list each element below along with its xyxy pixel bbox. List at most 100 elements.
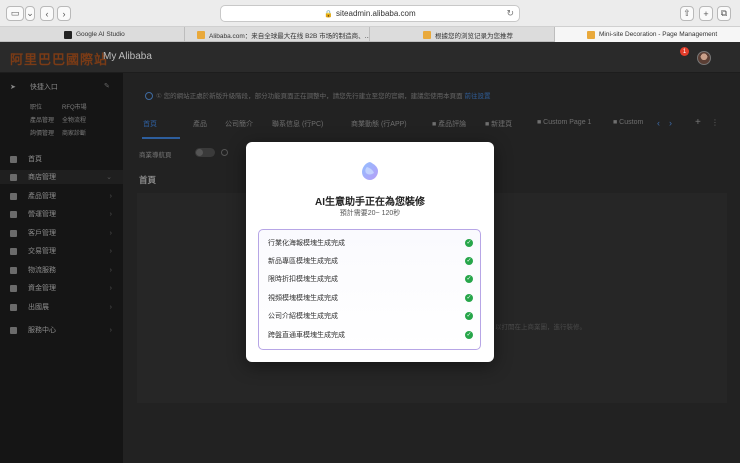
tabs-next-icon[interactable]: › [669, 118, 672, 128]
forward-button[interactable]: › [57, 6, 71, 21]
quick-link[interactable]: RFQ市場 [62, 102, 87, 111]
quick-link[interactable]: 职位 [30, 102, 42, 111]
tab-company[interactable]: 公司簡介 [225, 119, 253, 129]
chevron-right-icon: › [109, 326, 112, 334]
nav-switch-toggle[interactable] [195, 148, 215, 157]
browser-tab-active[interactable]: Mini-site Decoration - Page Management [555, 27, 740, 42]
panel-hint-text: 以打開在上商業圖，進行裝修。 [495, 324, 586, 331]
back-button[interactable]: ‹ [40, 6, 54, 21]
check-icon: ✓ [465, 257, 473, 265]
app-header: 阿里巴巴國際站 My Alibaba 1 [0, 42, 740, 73]
add-page-icon[interactable]: + [695, 117, 701, 128]
list-item: 行業化海報模塊生成完成 ✓ [268, 239, 473, 247]
browser-tab-bar: Google AI Studio Alibaba.com：来自全球最大在线 B2… [0, 27, 740, 42]
task-list: 行業化海報模塊生成完成 ✓ 新品專區模塊生成完成 ✓ 限時折扣模塊生成完成 ✓ … [258, 229, 481, 350]
back-icon: ‹ [45, 8, 49, 19]
modal-title: AI生意助手正在為您裝修 [315, 197, 425, 208]
plus-icon: + [703, 8, 709, 19]
browser-toolbar: ▭ ⌄ ‹ › 🔒 siteadmin.alibaba.com ↻ ⇧ + ⧉ [0, 0, 740, 27]
new-tab-button[interactable]: + [699, 6, 713, 21]
sidebar-item-finance[interactable]: 資金管理 › [0, 281, 123, 295]
forward-icon: › [62, 8, 66, 19]
ai-decoration-modal: AI生意助手正在為您裝修 預計需要20~ 120秒 行業化海報模塊生成完成 ✓ … [246, 142, 494, 362]
tabs-prev-icon[interactable]: ‹ [657, 118, 660, 128]
sidebar-item-store[interactable]: 商店管理 ⌄ [0, 170, 123, 184]
sidebar-item-exhibition[interactable]: 出國展 › [0, 300, 123, 314]
browser-tab[interactable]: 根據您的浏览记录为您推荐 [370, 27, 555, 42]
tab-home[interactable]: 首頁 [143, 119, 157, 129]
check-icon: ✓ [465, 239, 473, 247]
tab-title: Mini-site Decoration - Page Management [599, 31, 718, 38]
edit-icon[interactable]: ✎ [104, 82, 110, 90]
check-icon: ✓ [465, 331, 473, 339]
send-icon: ➤ [10, 84, 16, 91]
sidebar-item-logistics[interactable]: 物流服務 › [0, 263, 123, 277]
alibaba-logo[interactable]: 阿里巴巴國際站 [10, 49, 108, 68]
product-icon [10, 192, 17, 200]
active-tab-underline [142, 137, 180, 139]
sidebar-menu-button[interactable]: ⌄ [25, 6, 35, 21]
chevron-down-icon: ⌄ [106, 174, 112, 181]
tab-custom-page-1[interactable]: ■ Custom Page 1 [537, 119, 591, 126]
tab-new-page[interactable]: ■ 新建頁 [485, 119, 512, 129]
notification-badge[interactable]: 1 [680, 47, 689, 56]
chevron-right-icon: › [109, 284, 112, 292]
finance-icon [10, 284, 17, 292]
exhibition-icon [10, 303, 17, 311]
list-item: 限時折扣模塊生成完成 ✓ [268, 275, 473, 283]
quick-link[interactable]: 全物流程 [62, 115, 86, 124]
chevron-down-icon: ⌄ [26, 8, 34, 18]
list-item: 視頻模塊模塊生成完成 ✓ [268, 294, 473, 302]
avatar[interactable] [697, 51, 711, 65]
operation-icon [10, 210, 17, 218]
browser-tab[interactable]: Google AI Studio [0, 27, 185, 42]
tab-overview-button[interactable]: ⧉ [717, 6, 731, 21]
sidebar-item-customers[interactable]: 客戶管理 › [0, 226, 123, 240]
tab-news[interactable]: 商業動態 (行APP) [351, 119, 407, 129]
url-text: siteadmin.alibaba.com [336, 9, 416, 18]
tab-reviews[interactable]: ■ 產品評論 [432, 119, 466, 129]
tab-title: Google AI Studio [76, 31, 125, 38]
tab-title: 根據您的浏览记录为您推荐 [435, 32, 513, 40]
tabs-icon: ⧉ [720, 8, 728, 18]
nav-switch-label: 商業導航頁 [139, 152, 172, 159]
home-icon [10, 155, 17, 163]
alibaba-favicon-icon [197, 30, 205, 39]
sidebar-item-service[interactable]: 服務中心 › [0, 323, 123, 337]
alibaba-favicon-icon [423, 30, 431, 39]
chevron-right-icon: › [109, 266, 112, 274]
tab-products[interactable]: 產品 [193, 119, 207, 129]
more-icon[interactable]: ⋮ [711, 118, 719, 127]
address-bar[interactable]: 🔒 siteadmin.alibaba.com ↻ [220, 5, 520, 22]
sidebar-item-home[interactable]: 首頁 [0, 152, 123, 166]
notice-link[interactable]: 前往設置 [464, 93, 490, 100]
sidebar-item-trade[interactable]: 交易管理 › [0, 244, 123, 258]
quick-link[interactable]: 產品管理 [30, 115, 54, 124]
check-icon: ✓ [465, 275, 473, 283]
tab-title: Alibaba.com：来自全球最大在线 B2B 市场的制造商、... [209, 32, 370, 40]
google-ai-studio-favicon-icon [64, 30, 72, 39]
list-item: 跨盤直通車模塊生成完成 ✓ [268, 331, 473, 339]
help-icon[interactable] [221, 149, 228, 156]
current-page-label: 首頁 [139, 175, 157, 185]
quick-link[interactable]: 詢價管理 [30, 128, 54, 137]
chevron-right-icon: › [109, 303, 112, 311]
chevron-right-icon: › [109, 229, 112, 237]
sidebar-item-operations[interactable]: 營運管理 › [0, 207, 123, 221]
share-button[interactable]: ⇧ [680, 6, 694, 21]
share-icon: ⇧ [683, 8, 691, 18]
sidebar-item-products[interactable]: 產品管理 › [0, 189, 123, 203]
upgrade-notice: ① 您的網站正處於新版升級階段，部分功能頁面正在調整中，請您先行建立至您的官網，… [145, 90, 490, 101]
tab-contact[interactable]: 聯系信息 (行PC) [272, 119, 323, 129]
chevron-right-icon: › [109, 247, 112, 255]
quick-link[interactable]: 商家診斷 [62, 128, 86, 137]
list-item: 公司介紹模塊生成完成 ✓ [268, 312, 473, 320]
tab-custom[interactable]: ■ Custom [613, 119, 643, 126]
service-icon [10, 326, 17, 334]
sidebar-toggle-button[interactable]: ▭ [6, 6, 24, 21]
list-item: 新品專區模塊生成完成 ✓ [268, 257, 473, 265]
browser-tab[interactable]: Alibaba.com：来自全球最大在线 B2B 市场的制造商、... [185, 27, 370, 42]
reload-icon[interactable]: ↻ [506, 8, 514, 19]
check-icon: ✓ [465, 294, 473, 302]
quick-entry-header: ➤ 快捷入口 [10, 84, 58, 91]
